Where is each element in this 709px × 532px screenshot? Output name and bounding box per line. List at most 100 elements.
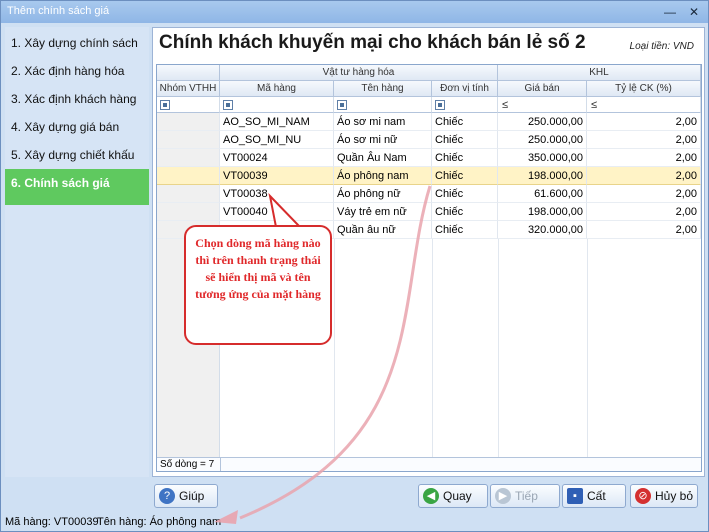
cell-price[interactable]: 250.000,00 bbox=[498, 131, 587, 149]
floppy-disk-icon: ▪ bbox=[567, 488, 583, 504]
filter-unit[interactable] bbox=[432, 97, 498, 113]
filter-operator: ≤ bbox=[502, 99, 509, 111]
cell-group bbox=[157, 149, 220, 167]
help-button[interactable]: ? Giúp bbox=[154, 484, 218, 508]
col-header-group[interactable]: Nhóm VTHH bbox=[157, 81, 220, 97]
cell-code: AO_SO_MI_NU bbox=[220, 131, 334, 149]
table-row[interactable]: VT00040 Váy trẻ em nữ Chiếc 198.000,00 2… bbox=[157, 203, 701, 221]
cell-unit: Chiếc bbox=[432, 185, 498, 203]
col-header-name[interactable]: Tên hàng bbox=[334, 81, 432, 97]
window-title: Thêm chính sách giá bbox=[7, 5, 110, 17]
currency-label: Loại tiền: VND bbox=[629, 41, 694, 52]
save-label: Cất bbox=[587, 489, 606, 503]
filter-name[interactable] bbox=[334, 97, 432, 113]
column-divider bbox=[587, 239, 588, 459]
step-6-active[interactable]: 6. Chính sách giá bbox=[5, 169, 149, 205]
step-2[interactable]: 2. Xác định hàng hóa bbox=[5, 57, 149, 85]
filter-icon[interactable] bbox=[223, 100, 233, 110]
annotation-callout: Chọn dòng mã hàng nào thì trên thanh trạ… bbox=[184, 225, 332, 345]
filter-price[interactable]: ≤ bbox=[498, 97, 587, 113]
cell-unit: Chiếc bbox=[432, 203, 498, 221]
column-divider bbox=[498, 239, 499, 459]
step-4[interactable]: 4. Xây dựng giá bán bbox=[5, 113, 149, 141]
cell-name: Áo phông nữ bbox=[334, 185, 432, 203]
column-divider bbox=[334, 239, 335, 459]
cell-unit: Chiếc bbox=[432, 131, 498, 149]
cell-price[interactable]: 61.600,00 bbox=[498, 185, 587, 203]
arrow-right-icon: ▶ bbox=[495, 488, 511, 504]
wizard-steps: 1. Xây dựng chính sách 2. Xác định hàng … bbox=[5, 27, 149, 477]
cell-price[interactable]: 320.000,00 bbox=[498, 221, 587, 239]
minimize-button[interactable]: — bbox=[663, 5, 677, 19]
cell-unit: Chiếc bbox=[432, 167, 498, 185]
footer-divider bbox=[220, 458, 221, 471]
cell-group bbox=[157, 185, 220, 203]
cell-ratio[interactable]: 2,00 bbox=[587, 221, 701, 239]
cell-price[interactable]: 350.000,00 bbox=[498, 149, 587, 167]
cell-ratio[interactable]: 2,00 bbox=[587, 203, 701, 221]
table-row-selected[interactable]: VT00039 Áo phông nam Chiếc 198.000,00 2,… bbox=[157, 167, 701, 185]
status-item-code: Mã hàng: VT00039 bbox=[5, 516, 99, 528]
status-bar: Mã hàng: VT00039 Tên hàng: Áo phông nam bbox=[1, 513, 708, 531]
cell-code: AO_SO_MI_NAM bbox=[220, 113, 334, 131]
cell-code: VT00039 bbox=[220, 167, 334, 185]
cell-name: Váy trẻ em nữ bbox=[334, 203, 432, 221]
save-button[interactable]: ▪ Cất bbox=[562, 484, 626, 508]
cell-ratio[interactable]: 2,00 bbox=[587, 131, 701, 149]
cell-code: VT00038 bbox=[220, 185, 334, 203]
cell-group bbox=[157, 131, 220, 149]
cancel-label: Hủy bỏ bbox=[655, 489, 694, 503]
col-header-unit[interactable]: Đơn vị tính bbox=[432, 81, 498, 97]
cell-ratio[interactable]: 2,00 bbox=[587, 185, 701, 203]
cancel-button[interactable]: ⊘ Hủy bỏ bbox=[630, 484, 698, 508]
col-header-code[interactable]: Mã hàng bbox=[220, 81, 334, 97]
cell-name: Quần âu nữ bbox=[334, 221, 432, 239]
filter-ratio[interactable]: ≤ bbox=[587, 97, 701, 113]
filter-group[interactable] bbox=[157, 97, 220, 113]
cell-name: Áo phông nam bbox=[334, 167, 432, 185]
cell-code: VT00040 bbox=[220, 203, 334, 221]
table-row[interactable]: VT00038 Áo phông nữ Chiếc 61.600,00 2,00 bbox=[157, 185, 701, 203]
cell-price[interactable]: 198.000,00 bbox=[498, 167, 587, 185]
cell-ratio[interactable]: 2,00 bbox=[587, 149, 701, 167]
column-divider bbox=[432, 239, 433, 459]
back-button[interactable]: ◀ Quay lại bbox=[418, 484, 488, 525]
row-count: Số dòng = 7 bbox=[160, 459, 215, 470]
cell-group bbox=[157, 167, 220, 185]
col-header-ratio[interactable]: Tỷ lệ CK (%) bbox=[587, 81, 701, 97]
band-header-empty bbox=[157, 65, 220, 81]
close-button[interactable]: ✕ bbox=[687, 5, 701, 19]
filter-icon[interactable] bbox=[435, 100, 445, 110]
filter-code[interactable] bbox=[220, 97, 334, 113]
cell-ratio[interactable]: 2,00 bbox=[587, 167, 701, 185]
cancel-icon: ⊘ bbox=[635, 488, 651, 504]
col-header-price[interactable]: Giá bán bbox=[498, 81, 587, 97]
help-icon: ? bbox=[159, 488, 175, 504]
cell-unit: Chiếc bbox=[432, 221, 498, 239]
table-row[interactable]: AO_SO_MI_NAM Áo sơ mi nam Chiếc 250.000,… bbox=[157, 113, 701, 131]
cell-group bbox=[157, 113, 220, 131]
band-header-goods: Vật tư hàng hóa bbox=[220, 65, 498, 81]
cell-name: Quần Âu Nam bbox=[334, 149, 432, 167]
filter-icon[interactable] bbox=[160, 100, 170, 110]
table-row[interactable]: AO_SO_MI_NU Áo sơ mi nữ Chiếc 250.000,00… bbox=[157, 131, 701, 149]
filter-operator: ≤ bbox=[591, 99, 598, 111]
step-3[interactable]: 3. Xác định khách hàng bbox=[5, 85, 149, 113]
status-item-name: Tên hàng: Áo phông nam bbox=[97, 516, 222, 528]
cell-name: Áo sơ mi nam bbox=[334, 113, 432, 131]
title-bar: Thêm chính sách giá — ✕ bbox=[1, 1, 708, 23]
cell-ratio[interactable]: 2,00 bbox=[587, 113, 701, 131]
grid-footer: Số dòng = 7 bbox=[157, 457, 701, 471]
cell-name: Áo sơ mi nữ bbox=[334, 131, 432, 149]
next-button[interactable]: ▶ Tiếp theo bbox=[490, 484, 560, 525]
cell-unit: Chiếc bbox=[432, 149, 498, 167]
table-row[interactable]: VT00024 Quần Âu Nam Chiếc 350.000,00 2,0… bbox=[157, 149, 701, 167]
cell-price[interactable]: 250.000,00 bbox=[498, 113, 587, 131]
page-title: Chính khách khuyến mại cho khách bán lẻ … bbox=[159, 32, 586, 53]
step-5[interactable]: 5. Xây dựng chiết khấu bbox=[5, 141, 149, 169]
step-1[interactable]: 1. Xây dựng chính sách bbox=[5, 29, 149, 57]
filter-icon[interactable] bbox=[337, 100, 347, 110]
arrow-left-icon: ◀ bbox=[423, 488, 439, 504]
cell-unit: Chiếc bbox=[432, 113, 498, 131]
cell-price[interactable]: 198.000,00 bbox=[498, 203, 587, 221]
